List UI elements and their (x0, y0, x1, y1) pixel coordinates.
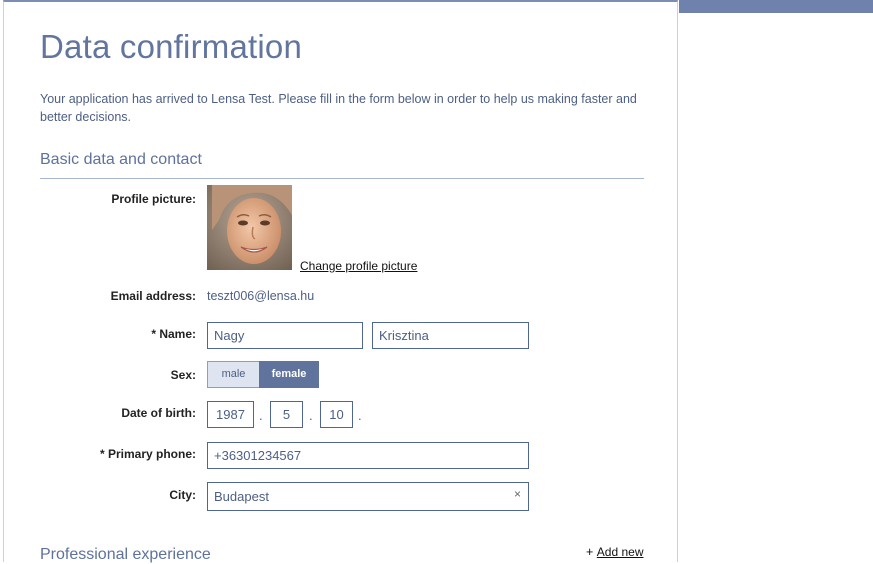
last-name-input[interactable]: Nagy (207, 322, 363, 349)
dob-day-input[interactable]: 10 (320, 401, 353, 428)
first-name-input[interactable]: Krisztina (372, 322, 529, 349)
sex-label: Sex: (170, 368, 196, 382)
email-label: Email address: (110, 289, 196, 303)
top-bar (679, 0, 873, 13)
page-title: Data confirmation (40, 28, 303, 65)
add-new-link[interactable]: Add new (597, 545, 644, 559)
form-panel: Data confirmation Your application has a… (3, 0, 678, 563)
section-heading-basic: Basic data and contact (40, 151, 202, 168)
sex-male-toggle[interactable]: male (207, 361, 259, 388)
name-label: * Name: (151, 327, 196, 341)
add-icon: + (586, 545, 594, 559)
profile-photo-image (207, 185, 292, 270)
section-heading-professional: Professional experience (40, 546, 211, 563)
section-divider (40, 178, 644, 179)
dob-separator: . (309, 408, 313, 423)
email-value: teszt006@lensa.hu (207, 289, 315, 303)
sex-female-toggle[interactable]: female (259, 361, 319, 388)
add-new-experience[interactable]: + Add new (586, 545, 644, 559)
change-profile-picture-link[interactable]: Change profile picture (300, 259, 417, 273)
primary-phone-input[interactable]: +36301234567 (207, 442, 529, 469)
city-input[interactable]: Budapest (207, 482, 529, 511)
date-of-birth-label: Date of birth: (121, 406, 196, 420)
dob-year-input[interactable]: 1987 (207, 401, 254, 428)
dob-month-input[interactable]: 5 (270, 401, 303, 428)
intro-text: Your application has arrived to Lensa Te… (40, 92, 637, 124)
city-label: City: (169, 488, 196, 502)
profile-picture-label: Profile picture: (111, 192, 196, 206)
clear-city-icon[interactable]: × (514, 487, 521, 501)
dob-separator: . (358, 408, 362, 423)
dob-separator: . (259, 408, 263, 423)
profile-picture (207, 185, 292, 270)
primary-phone-label: * Primary phone: (99, 447, 196, 461)
